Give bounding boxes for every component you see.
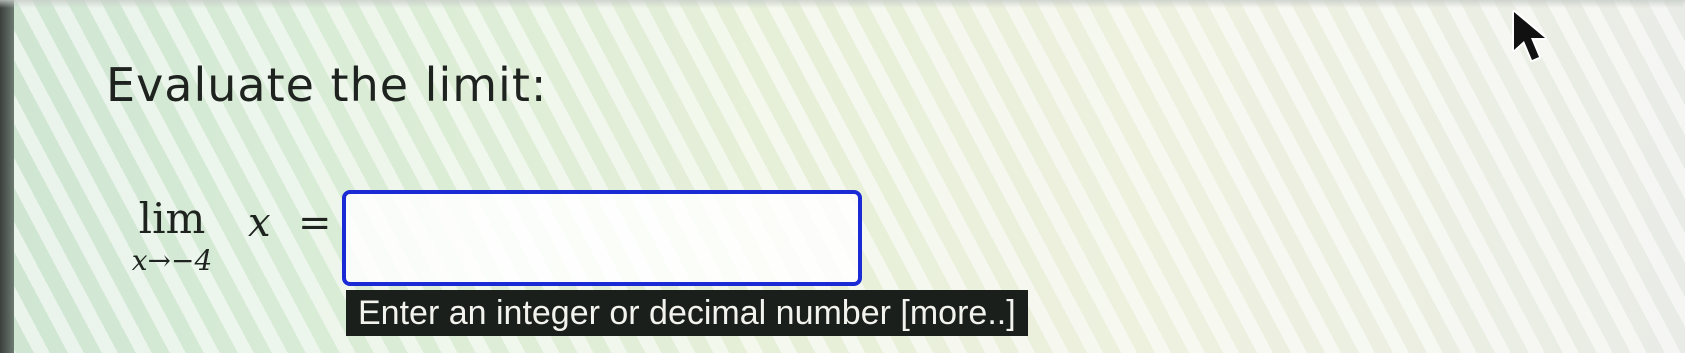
screen-edge <box>0 0 1685 8</box>
limit-operator: lim x→−4 <box>112 198 232 278</box>
limit-subscript: x→−4 <box>131 244 213 277</box>
mouse-pointer-icon <box>1512 10 1547 62</box>
more-link[interactable]: [more..] <box>900 294 1015 332</box>
limit-variable: x <box>248 200 271 246</box>
answer-format-hint: Enter an integer or decimal number [more… <box>346 290 1028 336</box>
equals-sign: = <box>298 200 332 246</box>
answer-input[interactable] <box>342 190 862 286</box>
question-heading: Evaluate the limit: <box>106 58 548 112</box>
screen-bezel <box>0 0 14 353</box>
limit-symbol: lim <box>138 194 206 243</box>
hint-text: Enter an integer or decimal number <box>358 294 891 332</box>
